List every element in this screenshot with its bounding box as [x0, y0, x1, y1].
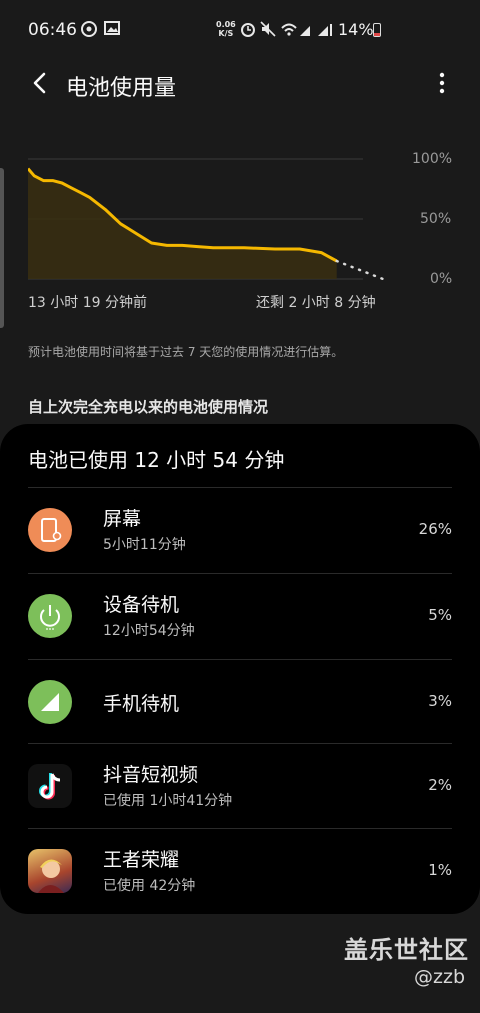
usage-percent: 3%: [428, 692, 452, 710]
page-title: 电池使用量: [66, 76, 177, 101]
more-options-icon[interactable]: [432, 70, 452, 96]
app-bar: 电池使用量: [0, 60, 480, 110]
usage-detail: 12小时54分钟: [103, 623, 195, 639]
usage-detail: 5小时11分钟: [103, 537, 186, 553]
battery-icon: [373, 23, 381, 37]
usage-row-device-idle[interactable]: 设备待机 12小时54分钟 5%: [0, 574, 480, 658]
signal-icon: [28, 680, 72, 724]
tiktok-app-icon: [28, 764, 72, 808]
usage-row-douyin[interactable]: 抖音短视频 已使用 1小时41分钟 2%: [0, 744, 480, 828]
y-tick-50: 50%: [420, 211, 452, 227]
usage-percent: 26%: [418, 520, 452, 538]
status-bar: 06:46 0.06 K/S 14%: [0, 0, 480, 60]
usage-card: 电池已使用 12 小时 54 分钟 屏幕 5小时11分钟 26% 设备待机 12…: [0, 424, 480, 914]
net-speed-value: 0.06: [216, 20, 236, 29]
battery-usage-chart: [28, 158, 385, 281]
watermark-brand: 盖乐世社区: [344, 936, 469, 964]
gallery-notification-icon: [104, 21, 120, 35]
power-icon: [28, 594, 72, 638]
watermark-user: @zzb: [414, 966, 466, 988]
signal-wifi-icon: [281, 23, 332, 36]
y-tick-0: 0%: [430, 271, 453, 287]
status-time: 06:46: [28, 20, 77, 40]
total-used-text: 电池已使用 12 小时 54 分钟: [28, 448, 285, 472]
scroll-indicator[interactable]: [0, 168, 4, 328]
usage-percent: 2%: [428, 776, 452, 794]
game-app-icon: [28, 849, 72, 893]
x-start-label: 13 小时 19 分钟前: [28, 295, 147, 311]
usage-row-phone-idle[interactable]: 手机待机 3%: [0, 660, 480, 744]
usage-name: 设备待机: [103, 594, 180, 616]
usage-row-screen[interactable]: 屏幕 5小时11分钟 26%: [0, 488, 480, 572]
usage-percent: 1%: [428, 861, 452, 879]
y-tick-100: 100%: [412, 151, 453, 167]
usage-detail: 已使用 42分钟: [103, 878, 196, 894]
mute-icon: [260, 21, 276, 37]
usage-detail: 已使用 1小时41分钟: [103, 793, 233, 809]
screen-icon: [28, 508, 72, 552]
usage-name: 王者荣耀: [103, 849, 180, 871]
net-speed: 0.06 K/S: [216, 20, 236, 38]
section-title: 自上次完全充电以来的电池使用情况: [28, 398, 269, 416]
battery-area-fill: [28, 168, 337, 279]
prediction-note: 预计电池使用时间将基于过去 7 天您的使用情况进行估算。: [28, 345, 344, 359]
usage-percent: 5%: [428, 606, 452, 624]
alarm-icon: [241, 23, 255, 37]
back-arrow-icon[interactable]: [26, 68, 56, 98]
usage-row-honor-of-kings[interactable]: 王者荣耀 已使用 42分钟 1%: [0, 829, 480, 913]
usage-name: 屏幕: [103, 508, 142, 530]
x-end-label: 还剩 2 小时 8 分钟: [256, 295, 376, 311]
battery-percent: 14%: [338, 20, 374, 39]
projection-line: [335, 259, 385, 281]
sync-notification-icon: [81, 21, 97, 37]
usage-name: 手机待机: [103, 693, 180, 715]
net-speed-unit: K/S: [218, 29, 234, 38]
usage-name: 抖音短视频: [103, 764, 199, 786]
